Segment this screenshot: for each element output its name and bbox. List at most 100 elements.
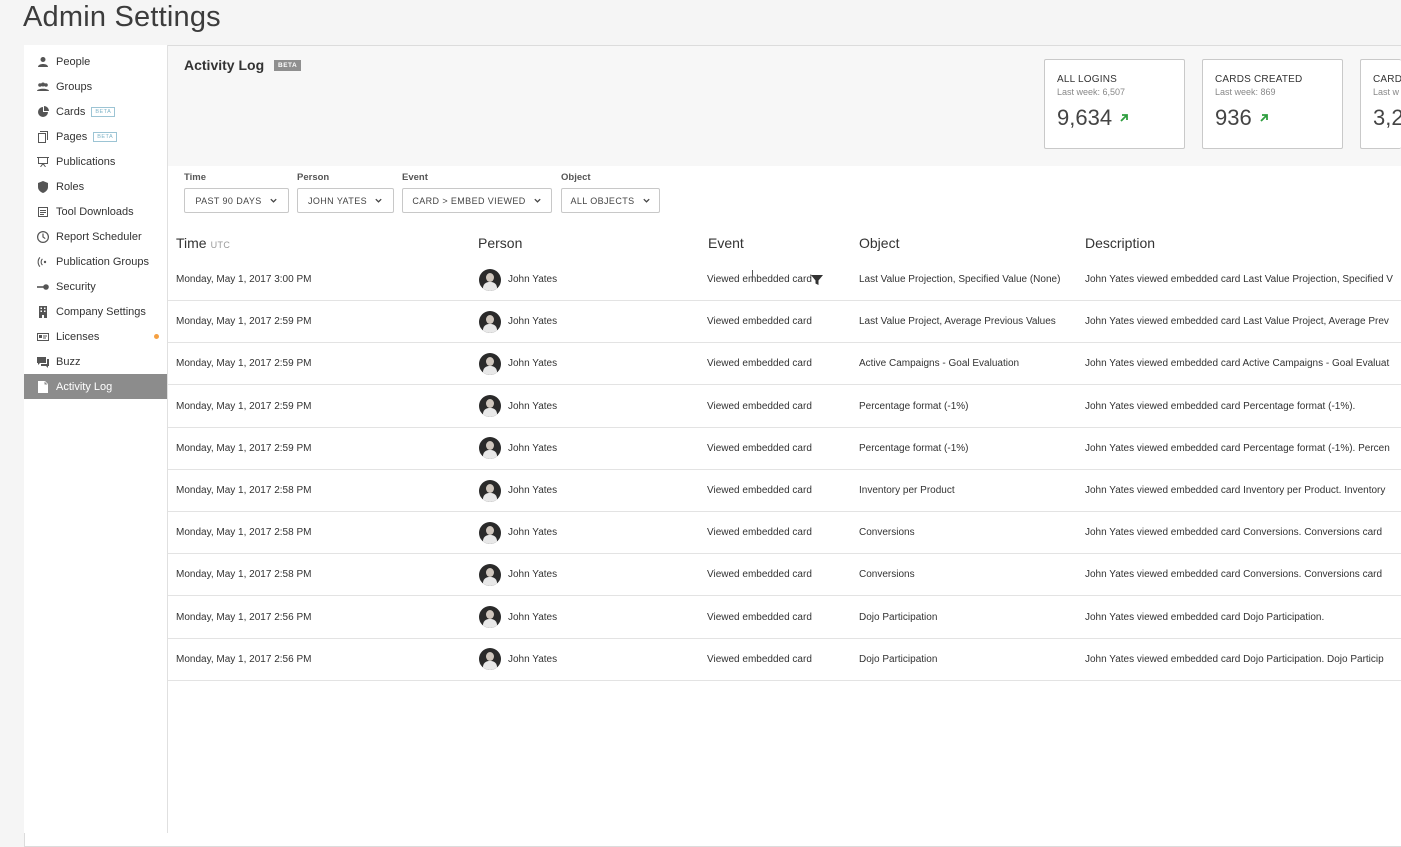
person-cell: John Yates bbox=[479, 512, 694, 553]
event-text: Viewed embedded card bbox=[707, 316, 812, 328]
event-cell: Viewed embedded card bbox=[707, 554, 847, 595]
sidebar-item-cards[interactable]: Cards BETA bbox=[24, 99, 167, 124]
table-row[interactable]: Monday, May 1, 2017 2:56 PM John Yates Vie… bbox=[168, 597, 1401, 639]
object-cell[interactable]: Inventory per Product bbox=[859, 470, 1079, 511]
person-name: John Yates bbox=[508, 400, 558, 412]
event-cell: Viewed embedded card bbox=[707, 639, 847, 680]
object-cell[interactable]: Conversions bbox=[859, 554, 1079, 595]
dropdown-value: ALL OBJECTS bbox=[570, 195, 635, 206]
time-cell: Monday, May 1, 2017 3:00 PM bbox=[176, 274, 312, 285]
column-header-person[interactable]: Person bbox=[478, 235, 522, 251]
time-cell: Monday, May 1, 2017 2:56 PM bbox=[176, 611, 312, 623]
person-filter-dropdown[interactable]: JOHN YATES bbox=[297, 188, 394, 213]
time-cell: Monday, May 1, 2017 2:59 PM bbox=[176, 400, 312, 412]
table-row[interactable]: Monday, May 1, 2017 2:58 PM John Yates Vie… bbox=[168, 512, 1401, 555]
sidebar-item-report-scheduler[interactable]: Report Scheduler bbox=[24, 224, 167, 249]
person-cell: John Yates bbox=[479, 259, 694, 300]
sidebar-item-activity-log[interactable]: Activity Log bbox=[24, 374, 167, 399]
sidebar-item-pages[interactable]: Pages BETA bbox=[24, 124, 167, 149]
sidebar-item-publication-groups[interactable]: Publication Groups bbox=[24, 249, 167, 274]
person-name: John Yates bbox=[508, 653, 558, 665]
dropdown-value: JOHN YATES bbox=[307, 195, 367, 206]
event-filter-dropdown[interactable]: CARD > EMBED VIEWED bbox=[402, 188, 552, 213]
sidebar-item-people[interactable]: People bbox=[24, 49, 167, 74]
filter-icon[interactable] bbox=[810, 273, 824, 287]
person-name: John Yates bbox=[508, 527, 558, 539]
id-card-icon bbox=[36, 330, 50, 344]
object-cell[interactable]: Percentage format (-1%) bbox=[859, 428, 1079, 469]
dropdown-value: CARD > EMBED VIEWED bbox=[412, 195, 526, 206]
person-icon bbox=[36, 55, 50, 69]
sidebar-item-security[interactable]: Security bbox=[24, 274, 167, 299]
event-cell: Viewed embedded card bbox=[707, 428, 847, 469]
dropdown-value: PAST 90 DAYS bbox=[195, 195, 262, 206]
stat-value: 9,634 bbox=[1057, 105, 1113, 130]
stat-value: 3,2 bbox=[1373, 105, 1401, 130]
pie-chart-icon bbox=[36, 105, 50, 119]
sidebar-item-tool-downloads[interactable]: Tool Downloads bbox=[24, 199, 167, 224]
table-row[interactable]: Monday, May 1, 2017 2:58 PM John Yates Vie… bbox=[168, 470, 1401, 512]
person-cell: John Yates bbox=[479, 597, 694, 638]
object-cell[interactable]: Last Value Projection, Specified Value (… bbox=[859, 259, 1079, 300]
table-row[interactable]: Monday, May 1, 2017 2:59 PM John Yates Vie… bbox=[168, 343, 1401, 386]
clock-icon bbox=[36, 230, 50, 244]
event-text: Viewed embedded card bbox=[707, 611, 812, 623]
object-cell[interactable]: Active Campaigns - Goal Evaluation bbox=[859, 343, 1079, 384]
object-cell[interactable]: Dojo Participation bbox=[859, 597, 1079, 638]
avatar bbox=[479, 395, 501, 418]
column-header-description[interactable]: Description bbox=[1085, 235, 1155, 251]
trend-up-icon bbox=[1260, 114, 1268, 122]
notification-dot bbox=[154, 334, 159, 339]
sidebar-item-label: Cards bbox=[56, 105, 86, 118]
download-box-icon bbox=[36, 205, 50, 219]
sidebar-item-buzz[interactable]: Buzz bbox=[24, 349, 167, 374]
table-row[interactable]: Monday, May 1, 2017 2:59 PM John Yates Vie… bbox=[168, 428, 1401, 470]
time-cell: Monday, May 1, 2017 2:59 PM bbox=[176, 442, 312, 454]
stat-card-cards-created[interactable]: CARDS CREATED Last week: 869 936 bbox=[1202, 59, 1343, 149]
table-row[interactable]: Monday, May 1, 2017 2:59 PM John Yates Vie… bbox=[168, 386, 1401, 428]
object-cell[interactable]: Dojo Participation bbox=[859, 639, 1079, 680]
column-header-event[interactable]: Event bbox=[708, 235, 744, 251]
stat-card-cards-partial[interactable]: CARD Last w 3,2 bbox=[1360, 59, 1401, 149]
sidebar-item-label: Publication Groups bbox=[56, 255, 149, 268]
filter-label-object: Object bbox=[561, 172, 591, 183]
avatar bbox=[479, 437, 501, 460]
shield-icon bbox=[36, 180, 50, 194]
key-icon bbox=[36, 280, 50, 294]
stat-subtitle: Last w bbox=[1373, 87, 1400, 97]
person-cell: John Yates bbox=[479, 639, 694, 680]
avatar bbox=[479, 268, 501, 291]
event-text: Viewed embedded card bbox=[707, 527, 812, 539]
table-row[interactable]: Monday, May 1, 2017 2:56 PM John Yates Vie… bbox=[168, 639, 1401, 681]
column-header-time[interactable]: Time UTC bbox=[176, 235, 230, 251]
sidebar-item-licenses[interactable]: Licenses bbox=[24, 324, 167, 349]
object-filter-dropdown[interactable]: ALL OBJECTS bbox=[561, 188, 660, 213]
stat-card-all-logins[interactable]: ALL LOGINS Last week: 6,507 9,634 bbox=[1044, 59, 1185, 149]
table-row[interactable]: Monday, May 1, 2017 3:00 PM John Yates Vie… bbox=[168, 259, 1401, 301]
object-cell[interactable]: Conversions bbox=[859, 512, 1079, 553]
time-filter-dropdown[interactable]: PAST 90 DAYS bbox=[184, 188, 289, 213]
object-cell[interactable]: Last Value Project, Average Previous Val… bbox=[859, 301, 1079, 342]
object-cell[interactable]: Percentage format (-1%) bbox=[859, 386, 1079, 427]
chevron-down-icon bbox=[534, 198, 541, 203]
person-name: John Yates bbox=[508, 358, 558, 370]
person-name: John Yates bbox=[508, 274, 558, 285]
sidebar-item-groups[interactable]: Groups bbox=[24, 74, 167, 99]
sidebar-item-company-settings[interactable]: Company Settings bbox=[24, 299, 167, 324]
person-cell: John Yates bbox=[479, 386, 694, 427]
person-name: John Yates bbox=[508, 485, 558, 496]
description-cell: John Yates viewed embedded card Percenta… bbox=[1085, 442, 1390, 454]
stat-title: ALL LOGINS bbox=[1057, 74, 1117, 85]
column-header-object[interactable]: Object bbox=[859, 235, 899, 251]
table-row[interactable]: Monday, May 1, 2017 2:58 PM John Yates Vie… bbox=[168, 554, 1401, 597]
sidebar-item-roles[interactable]: Roles bbox=[24, 174, 167, 199]
person-cell: John Yates bbox=[479, 343, 694, 384]
sidebar-item-publications[interactable]: Publications bbox=[24, 149, 167, 174]
sidebar-item-label: Licenses bbox=[56, 330, 100, 343]
presentation-icon bbox=[36, 155, 50, 169]
event-text: Viewed embedded card bbox=[707, 358, 812, 370]
building-icon bbox=[36, 305, 50, 319]
person-name: John Yates bbox=[508, 611, 558, 623]
sidebar-item-label: Publications bbox=[56, 155, 116, 168]
table-row[interactable]: Monday, May 1, 2017 2:59 PM John Yates Vie… bbox=[168, 301, 1401, 344]
